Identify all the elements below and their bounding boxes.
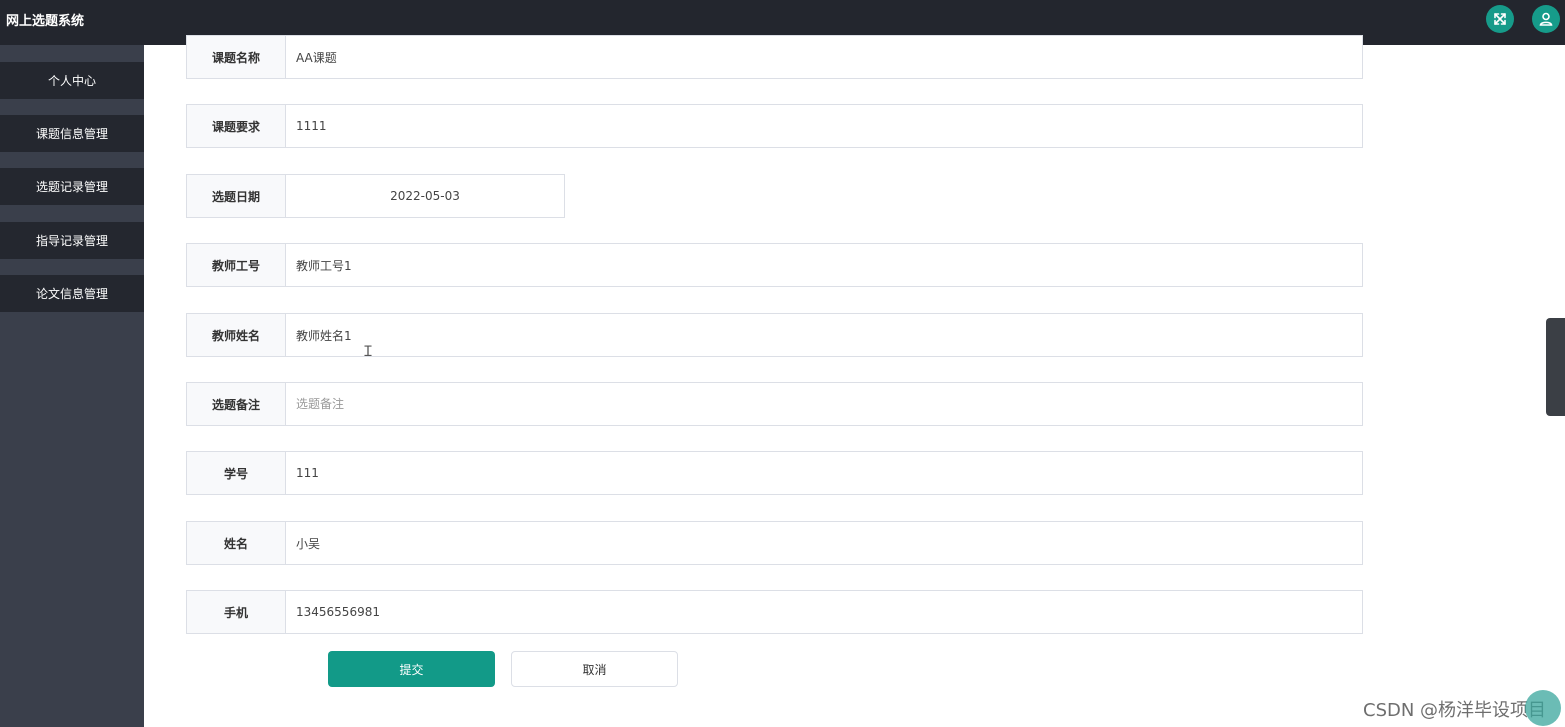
teacher-name-label: 教师姓名 xyxy=(187,314,286,356)
form-row-remark: 选题备注 xyxy=(186,382,1363,426)
user-menu-button[interactable] xyxy=(1532,5,1560,33)
form-row-student-id: 学号 xyxy=(186,451,1363,495)
watermark: CSDN @杨洋毕设项目 xyxy=(1363,700,1547,721)
side-drawer-handle[interactable] xyxy=(1546,318,1565,416)
phone-input[interactable] xyxy=(286,591,1362,633)
phone-label: 手机 xyxy=(187,591,286,633)
sidebar-item-thesis-info[interactable]: 论文信息管理 xyxy=(0,275,144,312)
sidebar-item-topic-info[interactable]: 课题信息管理 xyxy=(0,115,144,152)
teacher-id-input[interactable] xyxy=(286,244,1362,286)
fullscreen-button[interactable] xyxy=(1486,5,1514,33)
sidebar-item-label: 指导记录管理 xyxy=(35,234,108,248)
app-title: 网上选题系统 xyxy=(6,14,85,29)
topic-requirement-label: 课题要求 xyxy=(187,105,286,147)
form-row-phone: 手机 xyxy=(186,590,1363,634)
teacher-id-label: 教师工号 xyxy=(187,244,286,286)
user-avatar-icon xyxy=(1539,12,1553,26)
form-row-teacher-id: 教师工号 xyxy=(186,243,1363,287)
form-row-student-name: 姓名 xyxy=(186,521,1363,565)
student-name-label: 姓名 xyxy=(187,522,286,564)
submit-button[interactable]: 提交 xyxy=(328,651,495,687)
sidebar-item-label: 选题记录管理 xyxy=(35,180,108,194)
student-id-label: 学号 xyxy=(187,452,286,494)
sidebar: 个人中心 课题信息管理 选题记录管理 指导记录管理 论文信息管理 xyxy=(0,45,144,727)
teacher-name-input[interactable] xyxy=(286,314,1362,356)
cancel-button[interactable]: 取消 xyxy=(511,651,678,687)
text-cursor-icon: Ｉ xyxy=(361,344,375,360)
topic-name-input[interactable] xyxy=(286,36,1362,78)
form-row-topic-requirement: 课题要求 xyxy=(186,104,1363,148)
remark-input[interactable] xyxy=(286,383,1362,425)
sidebar-item-label: 论文信息管理 xyxy=(35,287,108,301)
sidebar-item-label: 课题信息管理 xyxy=(35,127,108,141)
form-row-topic-name: 课题名称 xyxy=(186,35,1363,79)
sidebar-item-label: 个人中心 xyxy=(47,74,96,88)
sidebar-item-personal-center[interactable]: 个人中心 xyxy=(0,62,144,99)
sidebar-item-guidance-records[interactable]: 指导记录管理 xyxy=(0,222,144,259)
fullscreen-expand-icon xyxy=(1494,13,1506,25)
student-id-input[interactable] xyxy=(286,452,1362,494)
topic-requirement-input[interactable] xyxy=(286,105,1362,147)
topic-name-label: 课题名称 xyxy=(187,36,286,78)
floating-action-icon[interactable] xyxy=(1525,690,1561,726)
sidebar-item-selection-records[interactable]: 选题记录管理 xyxy=(0,168,144,205)
remark-label: 选题备注 xyxy=(187,383,286,425)
student-name-input[interactable] xyxy=(286,522,1362,564)
selection-date-picker[interactable] xyxy=(286,175,564,217)
selection-date-label: 选题日期 xyxy=(187,175,286,217)
form-row-selection-date: 选题日期 xyxy=(186,174,565,218)
